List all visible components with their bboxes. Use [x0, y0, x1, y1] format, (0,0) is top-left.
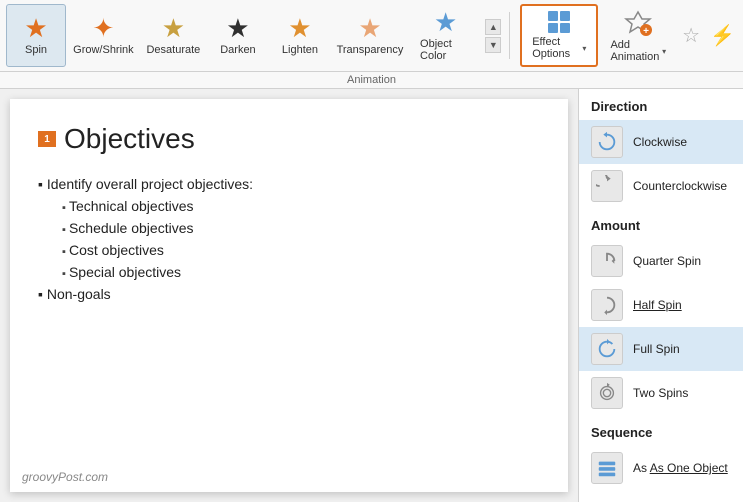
separator-1 — [509, 12, 510, 59]
toolbar-item-lighten[interactable]: ★ Lighten — [270, 4, 330, 67]
list-item: Technical objectives — [62, 195, 540, 217]
counterclockwise-icon — [591, 170, 623, 202]
toolbar-right-actions: Effect Options ▾ + Add Animation ▾ ☆ ⚡ — [516, 4, 739, 67]
grow-shrink-label: Grow/Shrink — [73, 44, 134, 56]
quarter-spin-icon — [591, 245, 623, 277]
toolbar-item-darken[interactable]: ★ Darken — [208, 4, 268, 67]
slide-bullet-2: Non-goals — [38, 283, 540, 305]
slide-area: 1 Objectives Identify overall project ob… — [0, 89, 578, 502]
grow-shrink-icon: ✦ — [93, 15, 115, 41]
amount-header: Amount — [579, 208, 743, 239]
toolbar-scroll: ▲ ▼ — [483, 4, 503, 67]
counterclockwise-option[interactable]: Counterclockwise — [579, 164, 743, 208]
list-item: Cost objectives — [62, 239, 540, 261]
clockwise-icon — [591, 126, 623, 158]
slide-title: 1 Objectives — [38, 123, 540, 155]
half-spin-option[interactable]: Half Spin — [579, 283, 743, 327]
darken-icon: ★ — [226, 15, 249, 41]
animation-bar: Animation — [0, 72, 743, 89]
lighten-icon: ★ — [288, 15, 311, 41]
lightning-button[interactable]: ⚡ — [706, 4, 739, 67]
full-spin-icon — [591, 333, 623, 365]
effect-options-icon — [548, 11, 570, 33]
transparency-icon: ★ — [358, 15, 381, 41]
transparency-label: Transparency — [337, 44, 404, 56]
scroll-down-arrow[interactable]: ▼ — [485, 37, 501, 53]
clockwise-option[interactable]: Clockwise — [579, 120, 743, 164]
lighten-label: Lighten — [282, 44, 318, 56]
watermark: groovyPost.com — [22, 470, 108, 484]
list-item: Schedule objectives — [62, 217, 540, 239]
toolbar-item-transparency[interactable]: ★ Transparency — [332, 4, 408, 67]
spin-label: Spin — [25, 44, 47, 56]
as-one-object-icon — [591, 452, 623, 484]
toolbar-item-desaturate[interactable]: ★ Desaturate — [141, 4, 206, 67]
full-spin-option[interactable]: Full Spin — [579, 327, 743, 371]
slide-bullets: Identify overall project objectives: Tec… — [38, 173, 540, 305]
effect-options-button[interactable]: Effect Options ▾ — [520, 4, 598, 67]
add-animation-icon: + — [624, 8, 652, 36]
add-animation-button[interactable]: + Add Animation ▾ — [600, 4, 676, 67]
slide: 1 Objectives Identify overall project ob… — [10, 99, 568, 492]
two-spins-option[interactable]: Two Spins — [579, 371, 743, 415]
direction-header: Direction — [579, 89, 743, 120]
clockwise-label: Clockwise — [633, 135, 687, 149]
as-one-object-option[interactable]: As As One Object — [579, 446, 743, 490]
toolbar: ★ Spin ✦ Grow/Shrink ★ Desaturate ★ Dark… — [0, 0, 743, 72]
half-spin-label: Half Spin — [633, 298, 682, 312]
add-animation-label: Add Animation — [610, 39, 660, 63]
object-color-icon: ★ — [434, 9, 457, 35]
object-color-label: Object Color — [420, 38, 471, 62]
desaturate-icon: ★ — [162, 15, 185, 41]
list-item: Special objectives — [62, 261, 540, 283]
half-spin-icon — [591, 289, 623, 321]
two-spins-label: Two Spins — [633, 386, 688, 400]
quarter-spin-label: Quarter Spin — [633, 254, 701, 268]
slide-number: 1 — [38, 131, 56, 147]
main-area: 1 Objectives Identify overall project ob… — [0, 89, 743, 502]
two-spins-icon — [591, 377, 623, 409]
spin-icon: ★ — [24, 15, 47, 41]
effect-options-label: Effect Options — [532, 36, 580, 60]
counterclockwise-label: Counterclockwise — [633, 179, 727, 193]
animation-bar-label: Animation — [347, 74, 396, 86]
effect-options-chevron: ▾ — [582, 44, 586, 53]
add-animation-chevron: ▾ — [662, 47, 666, 56]
quarter-spin-option[interactable]: Quarter Spin — [579, 239, 743, 283]
darken-label: Darken — [220, 44, 255, 56]
as-one-object-label: As As One Object — [633, 461, 728, 475]
slide-bullet-1: Identify overall project objectives: — [38, 173, 540, 195]
sequence-header: Sequence — [579, 415, 743, 446]
toolbar-item-object-color[interactable]: ★ Object Color — [410, 4, 481, 67]
toolbar-item-spin[interactable]: ★ Spin — [6, 4, 66, 67]
star-icon: ☆ — [682, 23, 700, 48]
slide-sub-bullets: Technical objectives Schedule objectives… — [38, 195, 540, 283]
dropdown-panel: Direction Clockwise Counterclockwise A — [578, 89, 743, 502]
full-spin-label: Full Spin — [633, 342, 680, 356]
scroll-up-arrow[interactable]: ▲ — [485, 19, 501, 35]
star-button[interactable]: ☆ — [678, 4, 704, 67]
desaturate-label: Desaturate — [146, 44, 200, 56]
toolbar-item-grow-shrink[interactable]: ✦ Grow/Shrink — [68, 4, 139, 67]
lightning-icon: ⚡ — [710, 23, 735, 48]
svg-text:+: + — [643, 26, 649, 36]
